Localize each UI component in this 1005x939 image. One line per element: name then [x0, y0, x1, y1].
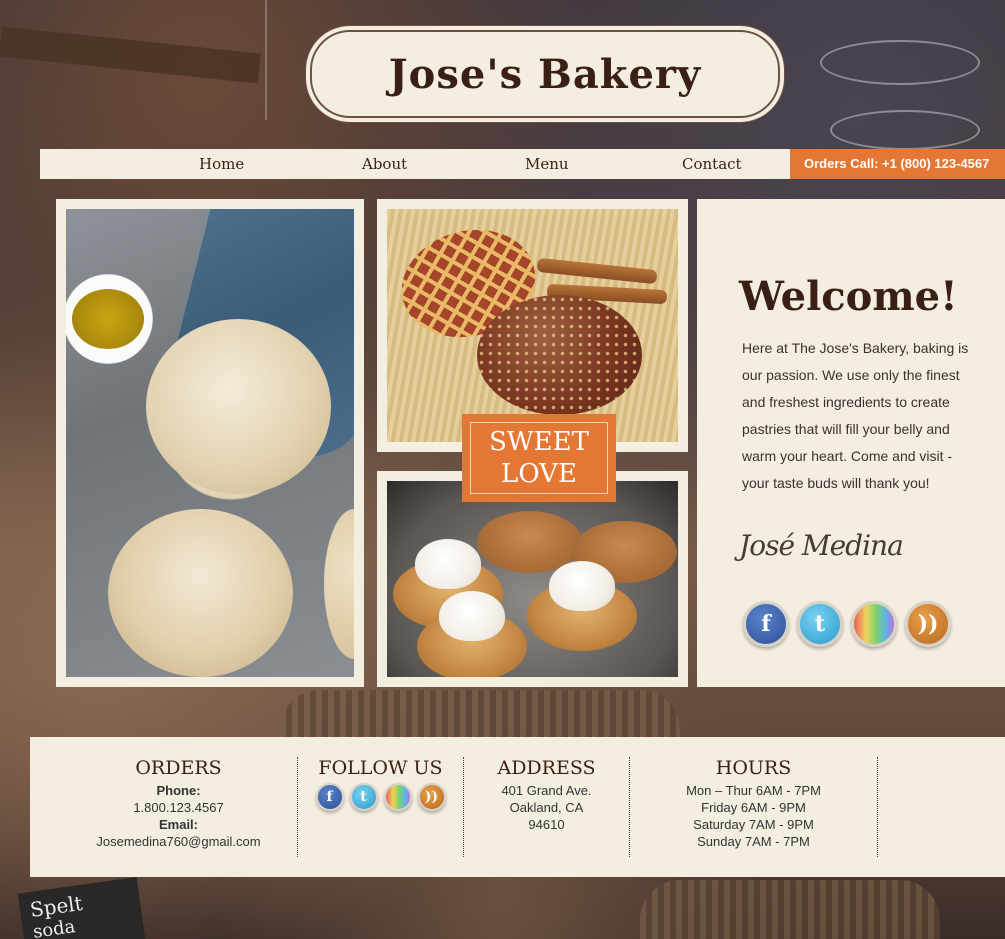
cinnamon-stick [536, 257, 658, 285]
address-line: 94610 [528, 817, 565, 832]
hours-line: Mon – Thur 6AM - 7PM [686, 783, 821, 798]
dough-ball [146, 319, 331, 494]
background-basket [640, 880, 940, 939]
background-basket [830, 110, 980, 150]
flickr-icon[interactable] [851, 601, 897, 647]
phone-label: Phone: [156, 783, 201, 798]
footer-heading: FOLLOW US [318, 757, 443, 779]
twitter-icon[interactable]: t [797, 601, 843, 647]
hours-line: Friday 6AM - 9PM [701, 800, 806, 815]
rss-icon[interactable]: )) [417, 783, 446, 811]
social-links: f t )) [743, 601, 951, 647]
cream-tart [417, 591, 527, 677]
tarts-photo-frame [377, 471, 688, 687]
olive-oil-bowl [72, 289, 144, 349]
bread-dough-photo [66, 209, 354, 677]
main-nav: Home About Menu Contact [40, 149, 790, 179]
header-sign: Jose's Bakery [310, 30, 780, 118]
bread-photo-frame [56, 199, 364, 687]
footer-follow: FOLLOW US f t )) [298, 757, 464, 857]
nut-bun [477, 295, 642, 415]
sweet-love-badge: SWEET LOVE [462, 414, 616, 502]
footer-hours: HOURS Mon – Thur 6AM - 7PM Friday 6AM - … [630, 757, 878, 857]
email-address[interactable]: Josemedina760@gmail.com [60, 833, 297, 850]
sweet-love-inner: SWEET LOVE [470, 422, 608, 494]
welcome-text: Here at The Jose's Bakery, baking is our… [742, 340, 969, 491]
facebook-icon[interactable]: f [743, 601, 789, 647]
cream-topping [439, 591, 505, 641]
site-title: Jose's Bakery [388, 50, 702, 98]
email-label: Email: [158, 817, 198, 832]
hours-line: Saturday 7AM - 9PM [693, 817, 814, 832]
footer-heading: HOURS [715, 757, 792, 779]
dough-ball [108, 509, 293, 677]
flickr-icon[interactable] [383, 783, 412, 811]
background-basket [820, 40, 980, 85]
nav-home[interactable]: Home [199, 155, 244, 173]
facebook-icon[interactable]: f [315, 783, 344, 811]
cream-tarts-photo [387, 481, 678, 677]
badge-line: LOVE [501, 459, 577, 489]
orders-call-banner[interactable]: Orders Call: +1 (800) 123-4567 [790, 149, 1005, 179]
welcome-title: Welcome! [739, 273, 958, 320]
phone-number[interactable]: 1.800.123.4567 [60, 799, 297, 816]
cream-topping [549, 561, 615, 611]
cream-topping [415, 539, 481, 589]
footer-address: ADDRESS 401 Grand Ave. Oakland, CA 94610 [464, 757, 630, 857]
footer-heading: ADDRESS [497, 757, 596, 779]
nav-about[interactable]: About [362, 155, 407, 173]
dough-ball [324, 509, 354, 659]
address-line: Oakland, CA [509, 800, 584, 815]
owner-signature: José Medina [739, 529, 904, 562]
background-shelf [0, 26, 261, 84]
background-lamp [265, 0, 267, 120]
cream-tart [527, 561, 637, 651]
address-line: 401 Grand Ave. [501, 783, 592, 798]
twitter-icon[interactable]: t [349, 783, 378, 811]
nav-menu[interactable]: Menu [525, 155, 569, 173]
background-chalkboard: Spelt soda [17, 876, 147, 939]
welcome-panel: Welcome! Here at The Jose's Bakery, baki… [697, 199, 1005, 687]
rss-icon[interactable]: )) [905, 601, 951, 647]
hours-line: Sunday 7AM - 7PM [697, 834, 810, 849]
nut-topping [477, 295, 642, 415]
badge-line: SWEET [489, 427, 589, 457]
footer-social-links: f t )) [298, 783, 463, 811]
nav-contact[interactable]: Contact [682, 155, 742, 173]
footer: ORDERS Phone: 1.800.123.4567 Email: Jose… [30, 737, 1005, 877]
footer-orders: ORDERS Phone: 1.800.123.4567 Email: Jose… [60, 757, 298, 857]
waffle-pastry-photo [387, 209, 678, 442]
footer-heading: ORDERS [135, 757, 222, 779]
